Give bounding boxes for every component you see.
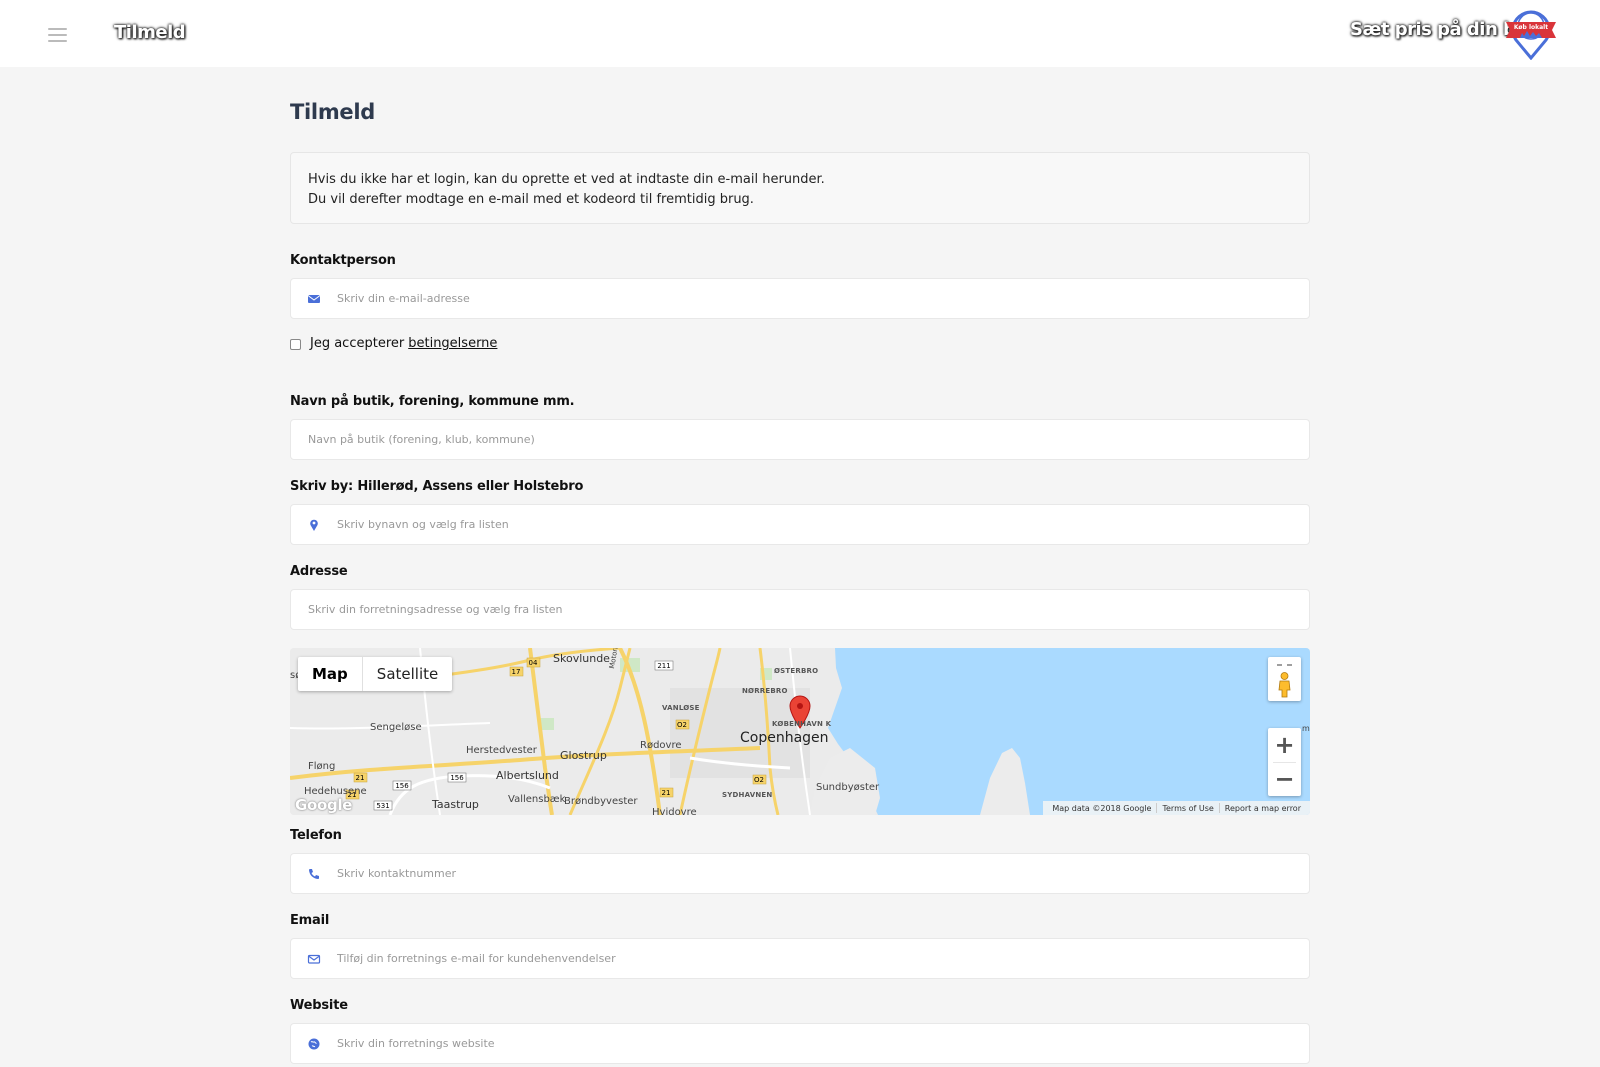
route-156-a: 156	[395, 782, 409, 790]
route-156-b: 156	[450, 774, 464, 782]
google-map[interactable]: 04 17 211 O2 O2 21 156 156 21 531 21 Sko…	[290, 648, 1310, 815]
place-herstedvester: Herstedvester	[466, 745, 537, 756]
map-attribution: Map data ©2018 Google	[1052, 803, 1152, 813]
map-type-map-button[interactable]: Map	[298, 657, 362, 691]
shop-name-label: Navn på butik, forening, kommune mm.	[290, 394, 575, 409]
place-glostrup: Glostrup	[560, 749, 607, 762]
route-21-c: 21	[662, 789, 671, 797]
place-albertslund: Albertslund	[496, 769, 559, 782]
phone-icon	[309, 869, 319, 879]
envelope-outline-icon	[307, 954, 321, 964]
place-sundbyoster: Sundbyøster	[816, 782, 880, 793]
google-logo[interactable]: Google	[295, 796, 352, 814]
page-title: Tilmeld	[290, 100, 375, 124]
website-field	[290, 1023, 1310, 1064]
route-04: 04	[529, 659, 538, 667]
city-label: Skriv by: Hillerød, Assens eller Holsteb…	[290, 479, 584, 494]
place-rodovre: Rødovre	[640, 740, 682, 751]
place-kobenhavn-k: KØBENHAVN K	[772, 720, 832, 728]
place-osterbro: ØSTERBRO	[774, 667, 819, 675]
map-terms-link[interactable]: Terms of Use	[1157, 804, 1218, 813]
zoom-in-button[interactable]: +	[1268, 728, 1301, 762]
place-flong: Fløng	[308, 761, 336, 772]
phone-field	[290, 853, 1310, 894]
terms-row: Jeg accepterer betingelserne	[290, 336, 497, 351]
route-531: 531	[376, 802, 389, 810]
map-marker-icon	[310, 519, 318, 531]
route-o2-b: O2	[754, 776, 764, 784]
email-label: Email	[290, 913, 330, 928]
place-vanlose: VANLØSE	[662, 704, 700, 712]
city-input[interactable]	[337, 505, 1297, 544]
phone-input[interactable]	[337, 854, 1297, 893]
map-report-error-link[interactable]: Report a map error	[1220, 804, 1306, 813]
address-label: Adresse	[290, 564, 348, 579]
place-taastrup: Taastrup	[432, 798, 479, 811]
place-norrebro: NØRREBRO	[742, 687, 788, 695]
business-email-input[interactable]	[337, 939, 1297, 978]
contact-label: Kontaktperson	[290, 253, 396, 268]
contact-email-input[interactable]	[337, 279, 1297, 318]
phone-label: Telefon	[290, 828, 342, 843]
place-copenhagen: Copenhagen	[740, 730, 829, 746]
route-211: 211	[657, 662, 670, 670]
top-navbar: Tilmeld Sæt pris på din by Køb lokalt	[0, 0, 1600, 67]
hamburger-menu-icon[interactable]	[48, 28, 67, 42]
map-type-control: Map Satellite	[298, 657, 453, 691]
route-21-a: 21	[356, 774, 365, 782]
address-input[interactable]	[308, 590, 1298, 629]
map-type-satellite-button[interactable]: Satellite	[363, 657, 452, 691]
terms-checkbox[interactable]	[290, 339, 301, 350]
place-sengelose: Sengeløse	[370, 722, 422, 733]
address-field	[290, 589, 1310, 630]
place-vallensbaek: Vallensbæk	[508, 794, 566, 805]
street-view-pegman-icon[interactable]	[1268, 657, 1301, 701]
logo-text: Køb lokalt	[1514, 24, 1548, 31]
route-17: 17	[512, 668, 521, 676]
place-ma: ma	[1302, 724, 1310, 733]
globe-icon	[308, 1038, 320, 1050]
place-hvidovre: Hvidovre	[652, 807, 697, 815]
kob-lokalt-logo[interactable]: Køb lokalt	[1502, 6, 1560, 60]
info-text-line-1: Hvis du ikke har et login, kan du oprett…	[308, 172, 825, 187]
navbar-tagline: Sæt pris på din by	[1350, 19, 1527, 40]
place-brondbyvester: Brøndbyvester	[564, 796, 638, 807]
envelope-icon	[307, 295, 321, 303]
city-field	[290, 504, 1310, 545]
website-input[interactable]	[337, 1024, 1297, 1063]
shop-name-field	[290, 419, 1310, 460]
route-o2-a: O2	[677, 721, 687, 729]
terms-link[interactable]: betingelserne	[408, 336, 497, 351]
map-attribution-bar: Map data ©2018 Google Terms of Use Repor…	[1043, 801, 1310, 815]
terms-text: Jeg accepterer	[310, 336, 405, 351]
shop-name-input[interactable]	[308, 420, 1298, 459]
info-box: Hvis du ikke har et login, kan du oprett…	[290, 152, 1310, 224]
website-label: Website	[290, 998, 348, 1013]
place-skovlunde: Skovlunde	[553, 652, 610, 665]
contact-email-field	[290, 278, 1310, 319]
info-text-line-2: Du vil derefter modtage en e-mail med et…	[308, 192, 754, 207]
zoom-control: + −	[1268, 728, 1301, 796]
zoom-out-button[interactable]: −	[1268, 762, 1301, 796]
place-sydhavnen: SYDHAVNEN	[722, 791, 773, 799]
business-email-field	[290, 938, 1310, 979]
navbar-title: Tilmeld	[114, 22, 186, 43]
